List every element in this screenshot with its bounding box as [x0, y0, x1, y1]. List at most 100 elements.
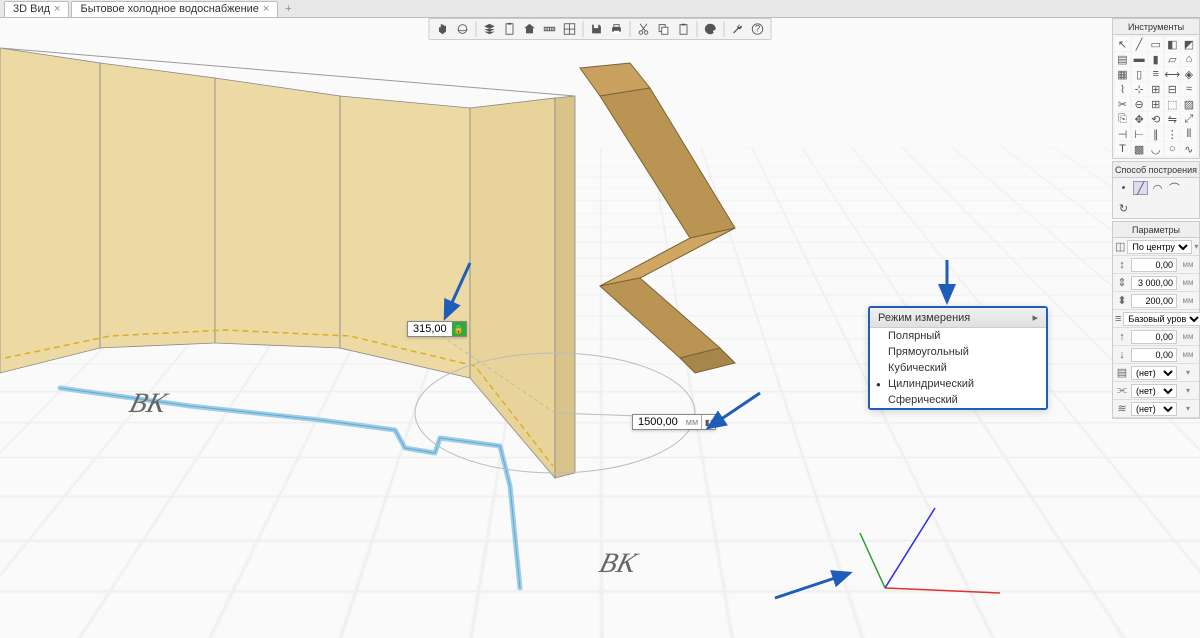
help-icon[interactable]: ? [749, 20, 767, 38]
method-arc3-icon[interactable]: ⌒ [1167, 181, 1182, 195]
menu-item-cylindrical[interactable]: ●Цилиндрический [870, 376, 1046, 392]
box-icon[interactable]: ◧ [1165, 37, 1180, 51]
main-toolbar: ? [429, 18, 772, 40]
tab-bar: 3D Вид× Бытовое холодное водоснабжение× … [0, 0, 1200, 18]
copy-icon[interactable] [655, 20, 673, 38]
rotate-icon[interactable]: ⟲ [1148, 112, 1163, 126]
fitting-icon[interactable]: ⊹ [1132, 82, 1147, 96]
wrench-icon[interactable] [729, 20, 747, 38]
menu-item-rectangular[interactable]: Прямоугольный [870, 344, 1046, 360]
offset-icon: ↕ [1115, 258, 1129, 272]
scale-icon[interactable] [541, 20, 559, 38]
mirror-icon[interactable]: ⇋ [1165, 112, 1180, 126]
move-icon[interactable]: ✥ [1132, 112, 1147, 126]
hand-icon[interactable] [434, 20, 452, 38]
add-tab-button[interactable]: + [280, 3, 296, 15]
offset1-field[interactable]: 0,00 [1131, 258, 1177, 272]
placement-select[interactable]: По центру [1127, 240, 1192, 254]
flex-icon[interactable]: ≈ [1181, 82, 1196, 96]
align-icon[interactable]: ⫴ [1181, 127, 1196, 141]
cube-icon: ◫ [1115, 240, 1125, 254]
stair-icon[interactable]: ≡ [1148, 67, 1163, 81]
beam-element [580, 63, 735, 373]
wall-element [0, 48, 575, 478]
height-icon: ⇕ [1115, 276, 1129, 290]
section-icon[interactable]: ✂ [1115, 97, 1130, 111]
layers-icon[interactable] [481, 20, 499, 38]
v1-field[interactable]: 0,00 [1131, 330, 1177, 344]
panel-title: Инструменты [1113, 19, 1199, 35]
menu-item-polar[interactable]: Полярный [870, 328, 1046, 344]
grid-icon[interactable]: ⊞ [1148, 97, 1163, 111]
tab-3d-view[interactable]: 3D Вид× [4, 1, 69, 17]
menu-item-spherical[interactable]: Сферический [870, 392, 1046, 408]
tag-icon[interactable]: ◈ [1181, 67, 1196, 81]
close-icon[interactable]: × [54, 3, 60, 15]
orbit-icon[interactable] [454, 20, 472, 38]
sel3-select[interactable]: (нет) [1131, 402, 1177, 416]
layout-icon[interactable] [561, 20, 579, 38]
sel1-select[interactable]: (нет) [1131, 366, 1177, 380]
room-icon[interactable]: ⬚ [1165, 97, 1180, 111]
sel2-select[interactable]: (нет) [1131, 384, 1177, 398]
text-icon[interactable]: T [1115, 142, 1130, 156]
arrow-annotation [937, 258, 957, 311]
bullet-icon: ● [876, 380, 881, 389]
spline-icon[interactable]: ∿ [1181, 142, 1196, 156]
duct-icon[interactable]: ⊟ [1165, 82, 1180, 96]
viewport-3d[interactable]: ВК ВК 315,00🔒 1500,00мм◧ [0, 18, 1200, 638]
level-select[interactable]: Базовый уров [1123, 312, 1200, 326]
offset-icon[interactable]: ∥ [1148, 127, 1163, 141]
menu-item-cubic[interactable]: Кубический [870, 360, 1046, 376]
context-menu-header[interactable]: Режим измерения▸ [870, 308, 1046, 328]
cycle-icon[interactable]: ↻ [1116, 201, 1131, 215]
palette-icon[interactable] [702, 20, 720, 38]
tab-cold-water[interactable]: Бытовое холодное водоснабжение× [71, 1, 278, 17]
offset2-field[interactable]: 200,00 [1131, 294, 1177, 308]
level-icon[interactable]: ⊖ [1132, 97, 1147, 111]
column-icon[interactable]: ▮ [1148, 52, 1163, 66]
method-arc-icon[interactable]: ◠ [1150, 181, 1165, 195]
arc-icon[interactable]: ◡ [1148, 142, 1163, 156]
door-icon[interactable]: ▯ [1132, 67, 1147, 81]
close-icon[interactable]: × [263, 3, 269, 15]
separator [476, 21, 477, 37]
hatch-icon[interactable]: ▩ [1132, 142, 1147, 156]
panel-title: Способ построения [1113, 162, 1199, 178]
axis-gizmo [850, 488, 1010, 631]
array-icon[interactable]: ⋮ [1165, 127, 1180, 141]
method-panel: Способ построения • ╱ ◠ ⌒ ↻ [1112, 161, 1200, 219]
eraser-icon[interactable]: ◩ [1181, 37, 1196, 51]
print-icon[interactable] [608, 20, 626, 38]
area-icon[interactable]: ▨ [1181, 97, 1196, 111]
window-icon[interactable]: ▦ [1115, 67, 1130, 81]
height-field[interactable]: 3 000,00 [1131, 276, 1177, 290]
layer-icon: ▤ [1115, 366, 1129, 380]
pipe-icon[interactable]: ⌇ [1115, 82, 1130, 96]
clipboard-icon[interactable] [501, 20, 519, 38]
circle-icon[interactable]: ○ [1165, 142, 1180, 156]
method-point-icon[interactable]: • [1116, 181, 1131, 195]
slab-icon[interactable]: ▬ [1132, 52, 1147, 66]
cut-icon[interactable] [635, 20, 653, 38]
roof-icon[interactable]: ⌂ [1181, 52, 1196, 66]
dim-icon[interactable]: ⟷ [1165, 67, 1180, 81]
elev2-icon: ↓ [1115, 348, 1129, 362]
extend-icon[interactable]: ⊢ [1132, 127, 1147, 141]
paste-icon[interactable] [675, 20, 693, 38]
save-icon[interactable] [588, 20, 606, 38]
wall-icon[interactable]: ▤ [1115, 52, 1130, 66]
copy-tool-icon[interactable]: ⎘ [1115, 112, 1130, 126]
v2-field[interactable]: 0,00 [1131, 348, 1177, 362]
panel-title: Параметры [1113, 222, 1199, 238]
beam-icon[interactable]: ▱ [1165, 52, 1180, 66]
method-line-icon[interactable]: ╱ [1133, 181, 1148, 195]
thickness-icon: ⬍ [1115, 294, 1129, 308]
rect-icon[interactable]: ▭ [1148, 37, 1163, 51]
scale-tool-icon[interactable]: ⤢ [1181, 112, 1196, 126]
home-icon[interactable] [521, 20, 539, 38]
trim-icon[interactable]: ⊣ [1115, 127, 1130, 141]
cursor-icon[interactable]: ↖ [1115, 37, 1130, 51]
equipment-icon[interactable]: ⊞ [1148, 82, 1163, 96]
line-icon[interactable]: ╱ [1132, 37, 1147, 51]
